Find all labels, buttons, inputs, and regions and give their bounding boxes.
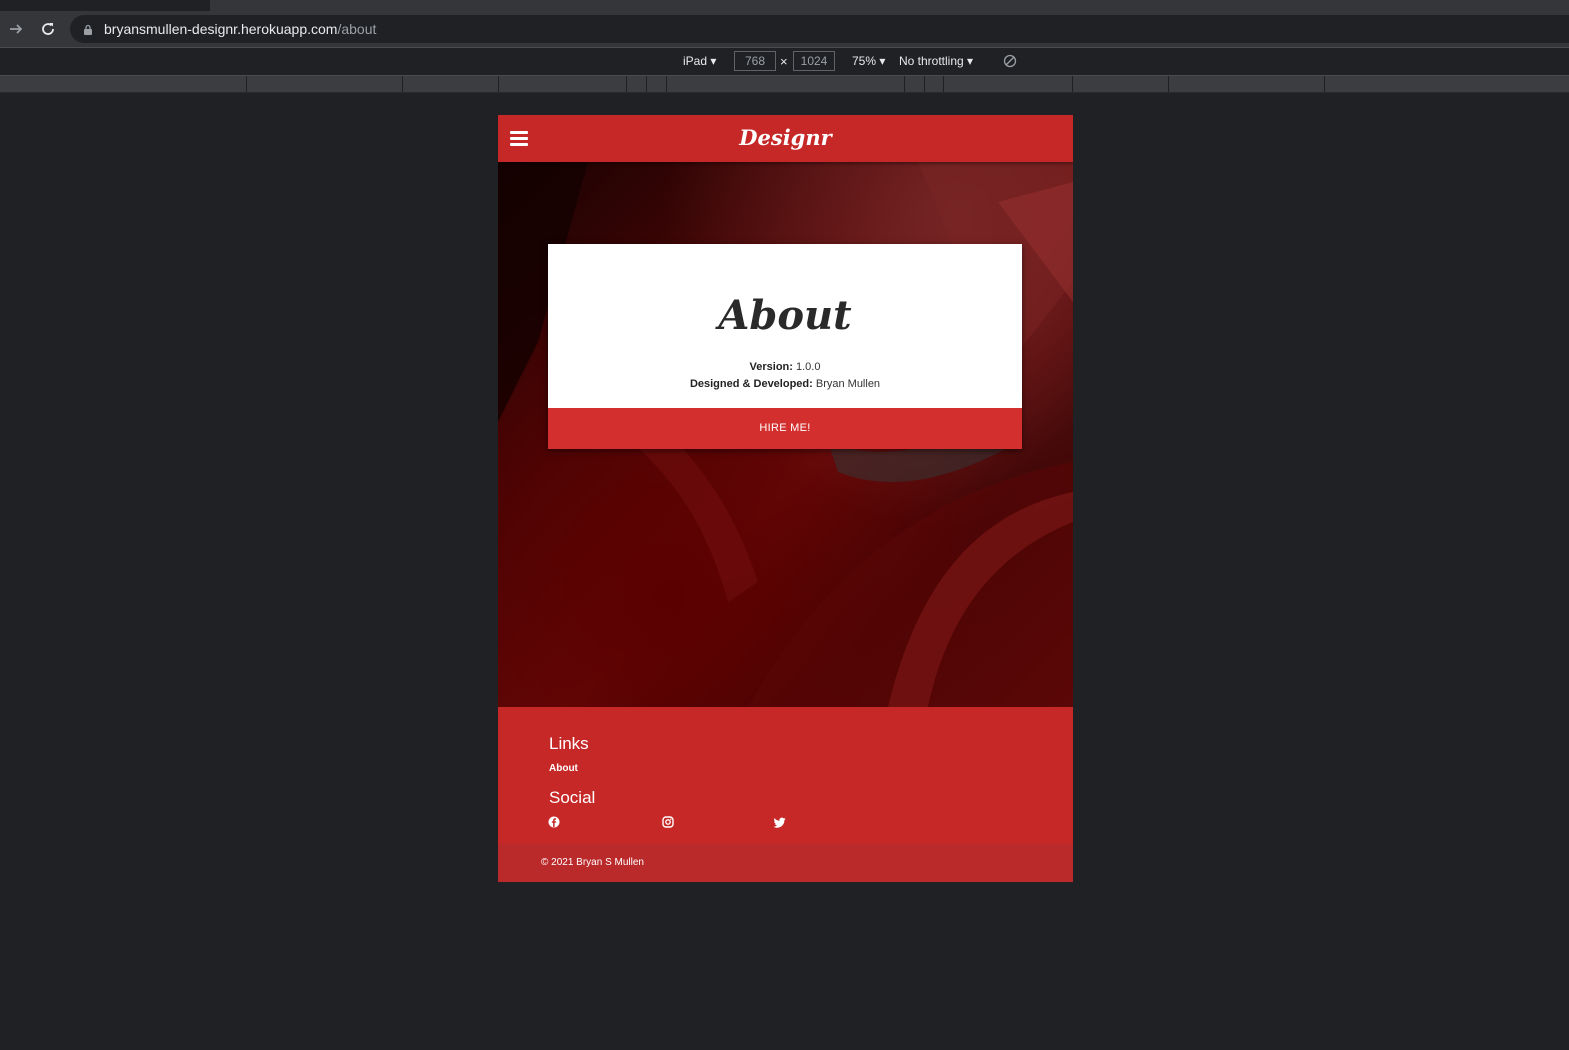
hero-background: About Version: 1.0.0 Designed & Develope… [498,162,1073,707]
copyright-text: © 2021 Bryan S Mullen [498,844,1073,882]
zoom-select[interactable]: 75% ▾ [852,54,885,68]
rotate-icon[interactable] [1003,54,1017,68]
site-footer: Links About Social [498,707,1073,844]
forward-icon[interactable] [6,19,26,39]
site-header: Designr [498,115,1073,162]
version-line: Version: 1.0.0 [548,361,1022,373]
developer-value: Bryan Mullen [815,378,881,390]
twitter-icon[interactable] [773,815,786,828]
url-text[interactable]: bryansmullen-designr.herokuapp.com/about [104,21,376,37]
social-heading: Social [549,788,596,807]
device-toolbar: iPad ▾ 768 × 1024 75% ▾ No throttling ▾ [0,47,1569,76]
site-brand[interactable]: Designr [498,125,1073,150]
tab-strip [0,0,1569,11]
device-select[interactable]: iPad ▾ [683,54,716,68]
throttling-select[interactable]: No throttling ▾ [899,54,973,68]
address-bar-row: bryansmullen-designr.herokuapp.com/about [0,11,1569,47]
hire-me-button[interactable]: HIRE ME! [548,408,1022,449]
lock-icon [82,23,94,35]
active-tab[interactable] [0,0,210,11]
version-label: Version: [749,361,793,373]
instagram-icon[interactable] [662,815,674,828]
about-title: About [718,292,852,339]
url-omnibox[interactable]: bryansmullen-designr.herokuapp.com/about [70,15,1569,43]
developer-label: Designed & Developed: [689,378,813,390]
links-heading: Links [549,734,589,753]
dimension-separator: × [780,54,788,69]
height-input[interactable]: 1024 [793,51,835,71]
width-input[interactable]: 768 [734,51,776,71]
facebook-icon[interactable] [548,815,560,828]
device-viewport: Designr About Version: 1.0.0 Designed & … [498,115,1073,882]
media-query-ruler[interactable] [0,76,1569,93]
about-card: About Version: 1.0.0 Designed & Develope… [548,244,1022,449]
version-value: 1.0.0 [796,361,821,373]
footer-link-about[interactable]: About [549,763,578,774]
reload-icon[interactable] [38,19,58,39]
developer-line: Designed & Developed: Bryan Mullen [548,378,1022,390]
